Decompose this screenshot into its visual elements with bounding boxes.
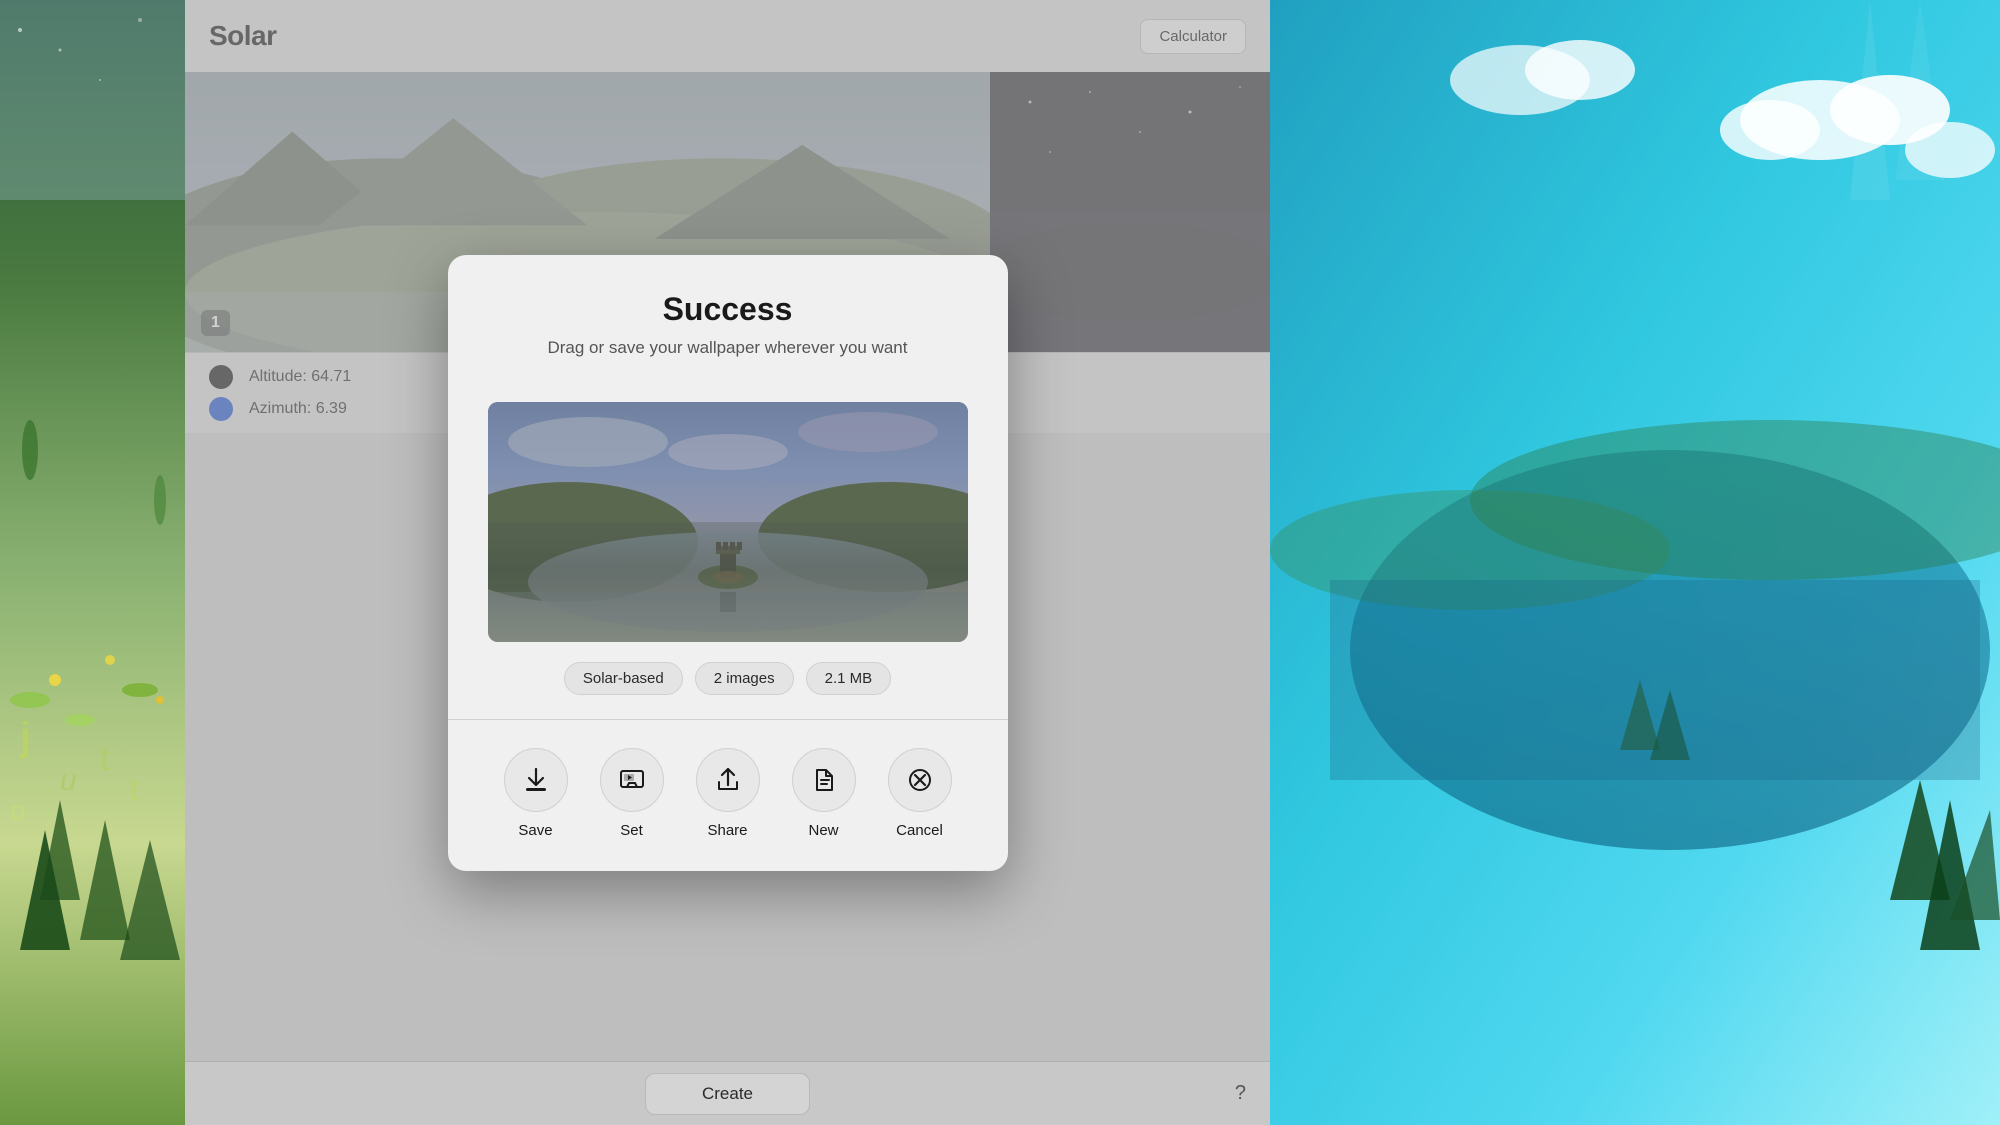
right-artwork — [1270, 0, 2000, 1125]
share-icon — [714, 766, 742, 794]
cancel-label: Cancel — [896, 822, 943, 839]
castle-reflection — [488, 522, 968, 642]
modal-actions: Save Set — [448, 720, 1008, 871]
new-icon — [810, 766, 838, 794]
save-icon — [522, 766, 550, 794]
share-icon-circle — [696, 748, 760, 812]
svg-text:j: j — [19, 715, 31, 759]
modal-title: Success — [488, 291, 968, 328]
share-label: Share — [707, 822, 747, 839]
svg-text:o: o — [10, 795, 26, 826]
modal-subtitle: Drag or save your wallpaper wherever you… — [488, 338, 968, 358]
tag-count: 2 images — [695, 662, 794, 695]
create-button[interactable]: Create — [645, 1073, 810, 1115]
svg-text:u: u — [60, 764, 77, 797]
svg-text:t: t — [130, 771, 139, 807]
set-label: Set — [620, 822, 643, 839]
bottom-bar: Create ? — [185, 1061, 1270, 1125]
save-button[interactable]: Save — [504, 748, 568, 839]
save-icon-circle — [504, 748, 568, 812]
left-artwork: j u t o t — [0, 0, 185, 1125]
cancel-button[interactable]: Cancel — [888, 748, 952, 839]
app-window: Solar Calculator — [185, 0, 1270, 1125]
modal-header: Success Drag or save your wallpaper wher… — [448, 255, 1008, 386]
tag-type: Solar-based — [564, 662, 683, 695]
cancel-icon — [906, 766, 934, 794]
save-label: Save — [518, 822, 552, 839]
svg-text:t: t — [100, 739, 110, 778]
modal-wallpaper-image — [488, 402, 968, 642]
share-button[interactable]: Share — [696, 748, 760, 839]
success-modal: Success Drag or save your wallpaper wher… — [448, 255, 1008, 871]
new-icon-circle — [792, 748, 856, 812]
set-button[interactable]: Set — [600, 748, 664, 839]
modal-tags: Solar-based 2 images 2.1 MB — [448, 662, 1008, 719]
set-icon — [618, 766, 646, 794]
new-label: New — [808, 822, 838, 839]
modal-overlay: Success Drag or save your wallpaper wher… — [185, 0, 1270, 1125]
cancel-icon-circle — [888, 748, 952, 812]
tag-size: 2.1 MB — [806, 662, 892, 695]
new-button[interactable]: New — [792, 748, 856, 839]
modal-wallpaper-preview — [488, 402, 968, 642]
set-icon-circle — [600, 748, 664, 812]
help-button[interactable]: ? — [1235, 1082, 1246, 1105]
